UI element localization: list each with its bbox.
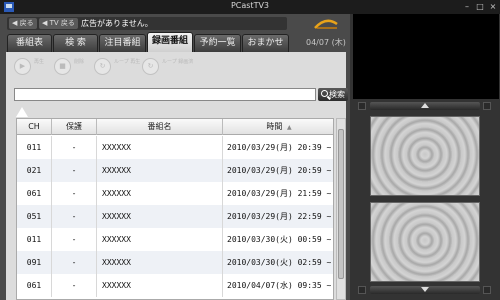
scroll-right-handle-bottom[interactable] bbox=[483, 286, 491, 294]
play-icon: ▶ bbox=[14, 58, 31, 75]
table-header: CH 保護 番組名 時間 ▲ bbox=[17, 119, 333, 135]
thumbnail-2[interactable] bbox=[370, 202, 480, 282]
scrollbar-thumb[interactable] bbox=[338, 129, 344, 279]
close-icon[interactable]: × bbox=[488, 2, 498, 12]
table-row[interactable]: 011 - XXXXXX 2010/03/29(月) 20:39 ~ 20:5 bbox=[17, 136, 333, 159]
cell-name: XXXXXX bbox=[97, 205, 223, 228]
cell-ch: 061 bbox=[17, 182, 52, 205]
loop-recorded-icon: ↻ bbox=[142, 58, 159, 75]
table-row[interactable]: 061 - XXXXXX 2010/04/07(水) 09:35 ~ 09:5 bbox=[17, 274, 333, 297]
cell-protect: - bbox=[52, 136, 97, 159]
scroll-left-handle[interactable] bbox=[358, 102, 366, 110]
cell-name: XXXXXX bbox=[97, 251, 223, 274]
main-panel: ◀ 戻る ◀ TV 戻る 広告がありません。 番組表 検 索 注目番組 録画番組… bbox=[0, 14, 350, 300]
table-row[interactable]: 061 - XXXXXX 2010/03/29(月) 21:59 ~ 22:4 bbox=[17, 182, 333, 205]
maximize-icon[interactable]: □ bbox=[475, 2, 485, 12]
play-label: 再生 bbox=[34, 59, 45, 65]
scroll-left-handle-bottom[interactable] bbox=[358, 286, 366, 294]
cell-name: XXXXXX bbox=[97, 274, 223, 297]
cell-protect: - bbox=[52, 251, 97, 274]
back-button[interactable]: ◀ 戻る bbox=[9, 18, 37, 29]
delete-icon: ■ bbox=[54, 58, 71, 75]
cell-ch: 061 bbox=[17, 274, 52, 297]
table-scrollbar[interactable] bbox=[336, 118, 346, 300]
header-time-label: 時間 bbox=[266, 122, 283, 131]
cell-time: 2010/03/29(月) 20:39 ~ 20:5 bbox=[223, 136, 333, 159]
cell-protect: - bbox=[52, 159, 97, 182]
header-protect[interactable]: 保護 bbox=[52, 119, 97, 135]
cell-protect: - bbox=[52, 274, 97, 297]
cell-name: XXXXXX bbox=[97, 182, 223, 205]
tab-guide[interactable]: 番組表 bbox=[7, 34, 52, 52]
cell-ch: 021 bbox=[17, 159, 52, 182]
search-button-label: 検索 bbox=[329, 90, 345, 99]
cell-time: 2010/03/30(火) 02:59 ~ 07:0 bbox=[223, 251, 333, 274]
window-title: PCastTV3 bbox=[230, 1, 270, 10]
search-icon bbox=[321, 90, 328, 97]
loop-play-button[interactable]: ↻ ループ 再生 bbox=[94, 57, 144, 77]
header-name[interactable]: 番組名 bbox=[97, 119, 223, 135]
cell-protect: - bbox=[52, 228, 97, 251]
cell-time: 2010/03/29(月) 20:59 ~ 21:2 bbox=[223, 159, 333, 182]
thumbnail-scroll-up-button[interactable] bbox=[370, 102, 480, 110]
date-display: 04/07 (木) bbox=[306, 38, 346, 47]
preview-panel bbox=[350, 14, 500, 300]
header-ch[interactable]: CH bbox=[17, 119, 52, 135]
tab-auto[interactable]: おまかせ bbox=[242, 34, 289, 52]
thumbnail-1[interactable] bbox=[370, 116, 480, 196]
cell-ch: 051 bbox=[17, 205, 52, 228]
cell-time: 2010/03/29(月) 21:59 ~ 22:4 bbox=[223, 182, 333, 205]
cell-time: 2010/04/07(水) 09:35 ~ 09:5 bbox=[223, 274, 333, 297]
search-button[interactable]: 検索 bbox=[318, 88, 348, 101]
recorded-table: CH 保護 番組名 時間 ▲ 011 - XXXXXX 2010/03/29(月… bbox=[16, 118, 334, 300]
arrow-down-icon bbox=[421, 287, 429, 292]
table-row[interactable]: 021 - XXXXXX 2010/03/29(月) 20:59 ~ 21:2 bbox=[17, 159, 333, 182]
cell-protect: - bbox=[52, 182, 97, 205]
scroll-right-handle[interactable] bbox=[483, 102, 491, 110]
cell-ch: 011 bbox=[17, 136, 52, 159]
video-preview[interactable] bbox=[353, 14, 499, 99]
ad-bar: ◀ 戻る ◀ TV 戻る 広告がありません。 bbox=[7, 17, 287, 30]
loop-recorded-label: ループ 録画済 bbox=[162, 59, 194, 65]
tab-featured[interactable]: 注目番組 bbox=[99, 34, 146, 52]
cell-protect: - bbox=[52, 205, 97, 228]
minimize-icon[interactable]: – bbox=[462, 2, 472, 12]
ad-text: 広告がありません。 bbox=[81, 19, 153, 28]
sort-asc-icon: ▲ bbox=[286, 124, 292, 131]
tv-back-button[interactable]: ◀ TV 戻る bbox=[39, 18, 78, 29]
cell-ch: 091 bbox=[17, 251, 52, 274]
tab-recorded[interactable]: 録画番組 bbox=[147, 32, 193, 52]
title-bar: PCastTV3 – □ × bbox=[0, 0, 500, 14]
table-row[interactable]: 011 - XXXXXX 2010/03/30(火) 00:59 ~ 02:5 bbox=[17, 228, 333, 251]
cell-ch: 011 bbox=[17, 228, 52, 251]
cell-time: 2010/03/29(月) 22:59 ~ 2010 bbox=[223, 205, 333, 228]
header-time[interactable]: 時間 ▲ bbox=[223, 119, 333, 135]
loop-play-label: ループ 再生 bbox=[114, 59, 141, 65]
cell-name: XXXXXX bbox=[97, 136, 223, 159]
cell-name: XXXXXX bbox=[97, 228, 223, 251]
recorded-panel: ▶ 再生 ■ 削除 ↻ ループ 再生 ↻ ループ 録画済 検索 CH 保護 番組… bbox=[6, 52, 348, 300]
arrow-up-icon bbox=[421, 103, 429, 108]
table-row[interactable]: 051 - XXXXXX 2010/03/29(月) 22:59 ~ 2010 bbox=[17, 205, 333, 228]
delete-label: 削除 bbox=[74, 59, 85, 65]
tab-search[interactable]: 検 索 bbox=[53, 34, 98, 52]
search-input[interactable] bbox=[14, 88, 316, 101]
cell-name: XXXXXX bbox=[97, 159, 223, 182]
loop-icon: ↻ bbox=[94, 58, 111, 75]
tab-reservations[interactable]: 予約一覧 bbox=[194, 34, 241, 52]
brand-logo bbox=[314, 19, 338, 29]
cell-time: 2010/03/30(火) 00:59 ~ 02:5 bbox=[223, 228, 333, 251]
loop-recorded-button[interactable]: ↻ ループ 録画済 bbox=[142, 57, 194, 77]
table-row[interactable]: 091 - XXXXXX 2010/03/30(火) 02:59 ~ 07:0 bbox=[17, 251, 333, 274]
thumbnail-scroll-down-button[interactable] bbox=[370, 286, 480, 294]
collapse-triangle-icon[interactable] bbox=[16, 107, 28, 117]
